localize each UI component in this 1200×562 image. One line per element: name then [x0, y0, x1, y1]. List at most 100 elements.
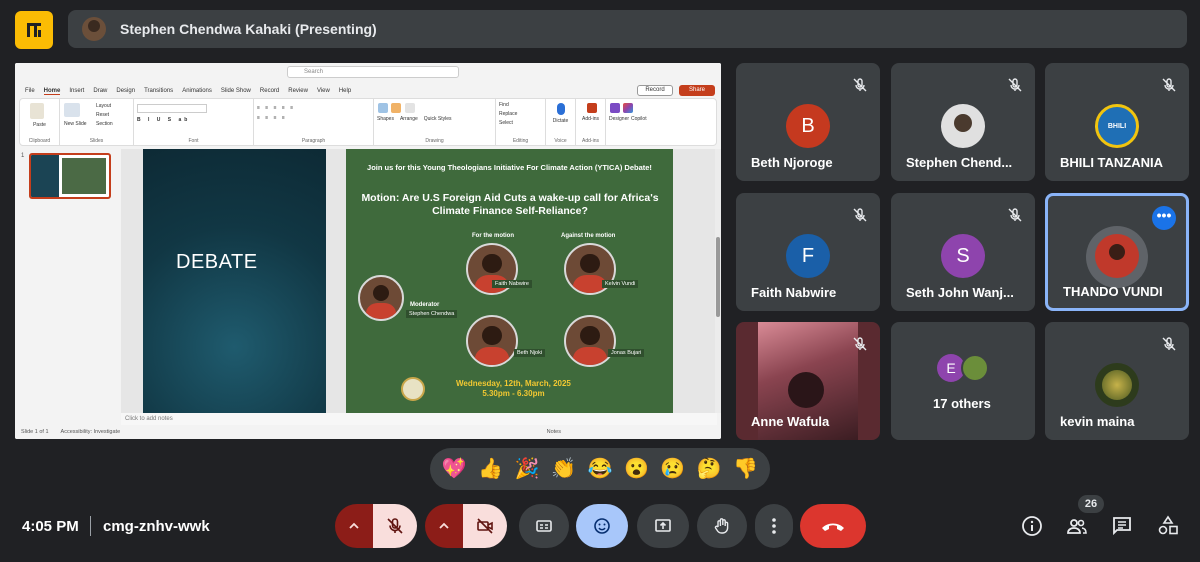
participant-tile[interactable]: BHILI BHILI TANZANIA: [1045, 63, 1189, 181]
mic-off-icon: [1008, 208, 1022, 222]
against-label: Against the motion: [561, 233, 616, 239]
reaction-sad[interactable]: 😢: [660, 458, 685, 480]
reaction-thumbs-down[interactable]: 👎: [733, 458, 758, 480]
leave-call-button[interactable]: [800, 504, 866, 548]
designer-icon[interactable]: [610, 103, 620, 113]
participant-name: Anne Wafula: [751, 414, 830, 429]
paragraph-icons[interactable]: ≡ ≡ ≡ ≡ ≡: [257, 105, 370, 111]
menu-animations[interactable]: Animations: [182, 88, 212, 94]
participant-tile[interactable]: S Seth John Wanj...: [891, 193, 1035, 311]
layout-label[interactable]: Layout: [96, 103, 111, 109]
section-label[interactable]: Section: [96, 121, 113, 127]
menu-draw[interactable]: Draw: [93, 88, 107, 94]
status-accessibility[interactable]: Accessibility: Investigate: [61, 429, 121, 435]
avatar: B: [786, 104, 830, 148]
ribbon-paragraph: ≡ ≡ ≡ ≡ ≡ ≡ ≡ ≡ ≡ Paragraph: [254, 99, 374, 145]
group-voice: Voice: [554, 138, 567, 144]
menu-home[interactable]: Home: [43, 88, 61, 95]
menu-slideshow[interactable]: Slide Show: [221, 88, 251, 94]
chat-button[interactable]: [1110, 514, 1134, 538]
reaction-clap[interactable]: 👏: [551, 458, 576, 480]
menu-record[interactable]: Record: [260, 88, 279, 94]
reactions-button[interactable]: [576, 504, 628, 548]
reset-label[interactable]: Reset: [96, 112, 109, 118]
speaker-name-2: Kelvin Vundi: [602, 280, 639, 288]
reaction-party[interactable]: 🎉: [515, 458, 540, 480]
meeting-info-button[interactable]: [1020, 514, 1044, 538]
meeting-logo-button[interactable]: [15, 11, 53, 49]
ppt-menu: File Home Insert Draw Design Transitions…: [15, 85, 721, 97]
shapes-icon[interactable]: [378, 103, 388, 113]
reaction-thinking[interactable]: 🤔: [697, 458, 722, 480]
participant-tile-video[interactable]: Anne Wafula: [736, 322, 880, 440]
group-clipboard: Clipboard: [28, 138, 51, 144]
speaker-photo-3: [466, 315, 518, 367]
audio-options-button[interactable]: [335, 504, 373, 548]
menu-file[interactable]: File: [25, 88, 35, 94]
avatar: [1095, 234, 1139, 278]
paste-icon[interactable]: [30, 103, 44, 119]
replace-button[interactable]: Replace: [499, 111, 542, 117]
copilot-icon[interactable]: [623, 103, 634, 113]
captions-icon: [536, 520, 552, 532]
avatar: [1095, 363, 1139, 407]
participant-tile-active[interactable]: ••• THANDO VUNDI: [1045, 193, 1189, 311]
ppt-search[interactable]: Search: [287, 66, 459, 78]
share-button[interactable]: Share: [679, 85, 715, 96]
slide-scrollbar[interactable]: [715, 149, 721, 413]
record-button[interactable]: Record: [637, 85, 673, 96]
align-icons[interactable]: ≡ ≡ ≡ ≡: [257, 115, 370, 121]
moderator-label: Moderator: [410, 302, 440, 308]
mic-toggle-button[interactable]: [373, 504, 417, 548]
participant-tile[interactable]: Stephen Chend...: [891, 63, 1035, 181]
dictate-label: Dictate: [552, 118, 569, 124]
reaction-surprised[interactable]: 😮: [624, 458, 649, 480]
activities-icon: [1158, 515, 1178, 535]
participant-tile[interactable]: F Faith Nabwire: [736, 193, 880, 311]
present-button[interactable]: [637, 504, 689, 548]
ppt-statusbar: Slide 1 of 1 Accessibility: Investigate …: [15, 425, 721, 439]
menu-help[interactable]: Help: [339, 88, 351, 94]
camera-off-icon: [477, 518, 493, 534]
mic-icon[interactable]: [557, 103, 565, 115]
arrange-icon[interactable]: [391, 103, 402, 113]
status-notes[interactable]: Notes: [547, 429, 561, 435]
ribbon-editing: Find Replace Select Editing: [496, 99, 546, 145]
more-options-icon[interactable]: •••: [1152, 206, 1176, 230]
meeting-code: cmg-znhv-wwk: [103, 518, 210, 535]
participant-name: Faith Nabwire: [751, 285, 837, 300]
video-options-button[interactable]: [425, 504, 463, 548]
more-vert-icon: [772, 518, 776, 534]
font-format-icons[interactable]: B I U S ab: [137, 117, 250, 123]
reaction-laugh[interactable]: 😂: [588, 458, 613, 480]
notes-field[interactable]: Click to add notes: [121, 413, 717, 425]
menu-transitions[interactable]: Transitions: [144, 88, 173, 94]
speaker-photo-4: [564, 315, 616, 367]
reaction-thumbs-up[interactable]: 👍: [478, 458, 503, 480]
captions-button[interactable]: [519, 504, 569, 548]
activities-button[interactable]: [1156, 514, 1180, 538]
slide-thumbnail[interactable]: [29, 153, 111, 199]
find-button[interactable]: Find: [499, 102, 542, 108]
font-name-input[interactable]: [137, 104, 207, 113]
menu-view[interactable]: View: [317, 88, 330, 94]
participant-tile[interactable]: kevin maina: [1045, 322, 1189, 440]
others-tile[interactable]: E 17 others: [891, 322, 1035, 440]
new-slide-icon[interactable]: [64, 103, 80, 117]
people-button[interactable]: [1065, 514, 1089, 538]
shared-screen[interactable]: Search File Home Insert Draw Design Tran…: [15, 63, 721, 439]
more-options-button[interactable]: [755, 504, 793, 548]
reaction-heart[interactable]: 💖: [442, 458, 467, 480]
ribbon-drawing: Shapes Arrange Quick Styles Drawing: [374, 99, 496, 145]
participant-tile[interactable]: B Beth Njoroge: [736, 63, 880, 181]
select-button[interactable]: Select: [499, 120, 542, 126]
chevron-up-icon: [439, 522, 449, 529]
menu-design[interactable]: Design: [116, 88, 135, 94]
raise-hand-button[interactable]: [697, 504, 747, 548]
quick-styles-icon[interactable]: [404, 103, 415, 113]
poster-invite: Join us for this Young Theologians Initi…: [367, 163, 652, 172]
addins-icon[interactable]: [587, 103, 597, 113]
menu-review[interactable]: Review: [288, 88, 308, 94]
menu-insert[interactable]: Insert: [69, 88, 84, 94]
camera-toggle-button[interactable]: [463, 504, 507, 548]
